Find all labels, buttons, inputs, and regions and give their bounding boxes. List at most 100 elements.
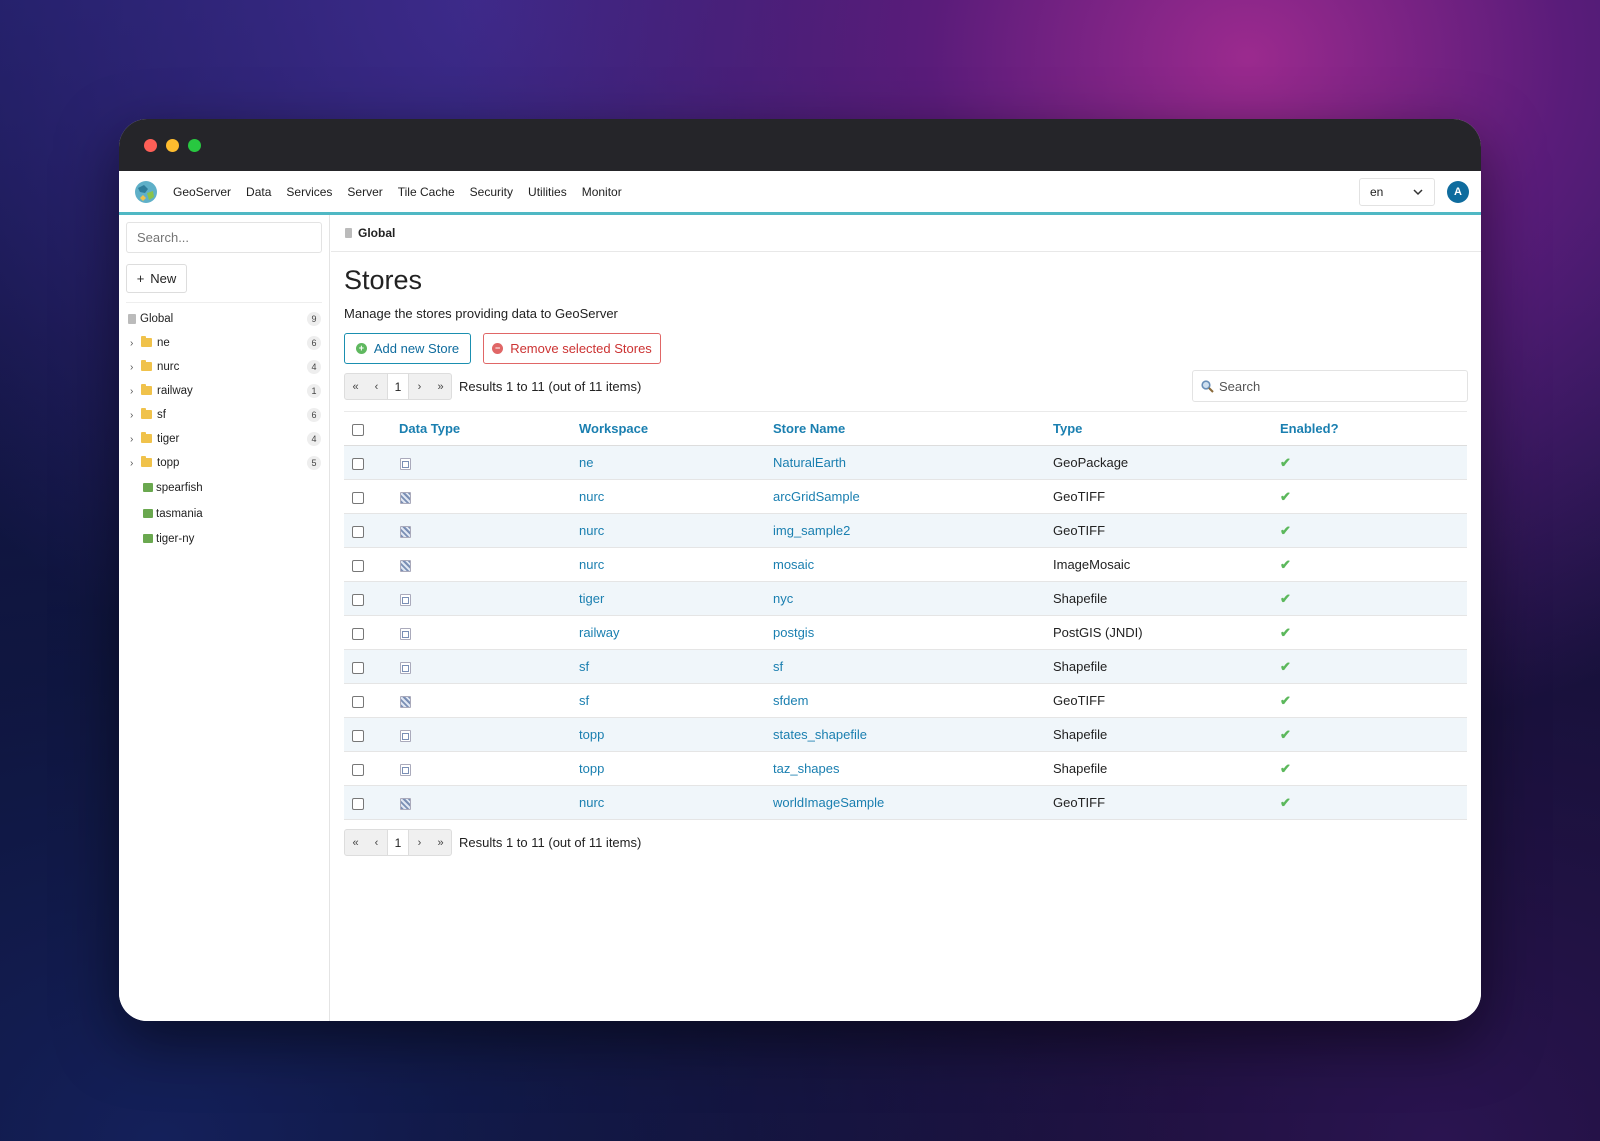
store-icon xyxy=(143,483,153,492)
column-header-enabled[interactable]: Enabled? xyxy=(1280,411,1467,446)
chevron-right-icon[interactable]: › xyxy=(130,386,133,397)
folder-icon xyxy=(141,408,152,419)
nav-tile-cache[interactable]: Tile Cache xyxy=(398,185,455,199)
nav-utilities[interactable]: Utilities xyxy=(528,185,567,199)
nav-data[interactable]: Data xyxy=(246,185,271,199)
sidebar-search-input[interactable] xyxy=(126,222,322,253)
row-checkbox[interactable] xyxy=(352,491,364,504)
store-name-link[interactable]: taz_shapes xyxy=(773,761,840,776)
column-header-store-name[interactable]: Store Name xyxy=(773,411,1053,446)
next-page-button[interactable]: › xyxy=(409,830,430,855)
last-page-button[interactable]: » xyxy=(430,830,451,855)
pagination-top: « ‹ 1 › » Results 1 to 11 (out of 11 ite… xyxy=(344,373,641,400)
table-search-input[interactable]: Search xyxy=(1192,370,1468,402)
row-checkbox[interactable] xyxy=(352,797,364,810)
workspace-link[interactable]: sf xyxy=(579,693,589,708)
row-checkbox[interactable] xyxy=(352,593,364,606)
row-checkbox[interactable] xyxy=(352,525,364,538)
row-checkbox[interactable] xyxy=(352,559,364,572)
column-header-data-type[interactable]: Data Type xyxy=(399,411,579,446)
geoserver-logo-icon[interactable] xyxy=(133,179,159,205)
workspace-link[interactable]: ne xyxy=(579,455,593,470)
tree-item-workspace[interactable]: › nurc 4 xyxy=(119,355,330,379)
store-name-link[interactable]: postgis xyxy=(773,625,814,640)
workspace-link[interactable]: nurc xyxy=(579,557,604,572)
workspace-link[interactable]: sf xyxy=(579,659,589,674)
column-header-type[interactable]: Type xyxy=(1053,411,1280,446)
global-icon xyxy=(128,314,136,324)
nav-security[interactable]: Security xyxy=(470,185,513,199)
new-button[interactable]: + New xyxy=(126,264,187,293)
workspace-link[interactable]: topp xyxy=(579,727,604,742)
pagination-controls: « ‹ 1 › » xyxy=(344,373,452,400)
first-page-button[interactable]: « xyxy=(345,374,366,399)
tree-item-workspace[interactable]: › topp 5 xyxy=(119,451,330,475)
store-name-link[interactable]: img_sample2 xyxy=(773,523,850,538)
pagination-controls: « ‹ 1 › » xyxy=(344,829,452,856)
tree-item-store[interactable]: tiger-ny xyxy=(119,526,330,551)
select-all-checkbox[interactable] xyxy=(352,423,364,436)
chevron-right-icon[interactable]: › xyxy=(130,434,133,445)
nav-geoserver[interactable]: GeoServer xyxy=(173,185,231,199)
prev-page-button[interactable]: ‹ xyxy=(366,830,387,855)
tree-item-global[interactable]: Global 9 xyxy=(119,307,330,331)
maximize-window-button[interactable] xyxy=(188,139,201,152)
row-checkbox[interactable] xyxy=(352,695,364,708)
page-number[interactable]: 1 xyxy=(387,374,409,399)
search-icon xyxy=(1201,379,1214,393)
last-page-button[interactable]: » xyxy=(430,374,451,399)
store-name-link[interactable]: NaturalEarth xyxy=(773,455,846,470)
tree-item-store[interactable]: tasmania xyxy=(119,501,330,526)
prev-page-button[interactable]: ‹ xyxy=(366,374,387,399)
row-checkbox[interactable] xyxy=(352,763,364,776)
sidebar: + New Global 9 › ne 6 › nurc 4 xyxy=(119,215,330,1021)
remove-selected-stores-button[interactable]: − Remove selected Stores xyxy=(483,333,661,364)
next-page-button[interactable]: › xyxy=(409,374,430,399)
row-checkbox[interactable] xyxy=(352,627,364,640)
window-titlebar xyxy=(119,119,1481,171)
chevron-right-icon[interactable]: › xyxy=(130,338,133,349)
workspace-link[interactable]: nurc xyxy=(579,795,604,810)
close-window-button[interactable] xyxy=(144,139,157,152)
store-name-link[interactable]: mosaic xyxy=(773,557,814,572)
row-checkbox[interactable] xyxy=(352,661,364,674)
workspace-link[interactable]: nurc xyxy=(579,523,604,538)
workspace-link[interactable]: tiger xyxy=(579,591,604,606)
chevron-right-icon[interactable]: › xyxy=(130,458,133,469)
column-header-workspace[interactable]: Workspace xyxy=(579,411,773,446)
tree-item-workspace[interactable]: › railway 1 xyxy=(119,379,330,403)
workspace-link[interactable]: railway xyxy=(579,625,619,640)
nav-services[interactable]: Services xyxy=(286,185,332,199)
store-name-link[interactable]: arcGridSample xyxy=(773,489,860,504)
store-type: ImageMosaic xyxy=(1053,557,1131,572)
nav-server[interactable]: Server xyxy=(347,185,382,199)
nav-monitor[interactable]: Monitor xyxy=(582,185,622,199)
chevron-right-icon[interactable]: › xyxy=(130,410,133,421)
store-name-link[interactable]: sfdem xyxy=(773,693,808,708)
add-new-store-button[interactable]: + Add new Store xyxy=(344,333,471,364)
store-name-link[interactable]: sf xyxy=(773,659,783,674)
vector-store-icon xyxy=(400,661,411,674)
store-name-link[interactable]: states_shapefile xyxy=(773,727,867,742)
breadcrumb-label[interactable]: Global xyxy=(358,226,395,240)
language-select[interactable]: en xyxy=(1359,178,1435,206)
store-name-link[interactable]: nyc xyxy=(773,591,793,606)
tree-item-workspace[interactable]: › sf 6 xyxy=(119,403,330,427)
sidebar-divider xyxy=(126,302,322,303)
chevron-right-icon[interactable]: › xyxy=(130,362,133,373)
minimize-window-button[interactable] xyxy=(166,139,179,152)
tree-item-store[interactable]: spearfish xyxy=(119,475,330,501)
page-number[interactable]: 1 xyxy=(387,830,409,855)
row-checkbox[interactable] xyxy=(352,729,364,742)
add-new-store-label: Add new Store xyxy=(373,341,460,356)
row-checkbox[interactable] xyxy=(352,457,364,470)
store-name-link[interactable]: worldImageSample xyxy=(773,795,884,810)
workspace-link[interactable]: nurc xyxy=(579,489,604,504)
user-avatar[interactable]: A xyxy=(1447,181,1469,203)
first-page-button[interactable]: « xyxy=(345,830,366,855)
tree-item-workspace[interactable]: › tiger 4 xyxy=(119,427,330,451)
store-type: GeoTIFF xyxy=(1053,795,1106,810)
workspace-link[interactable]: topp xyxy=(579,761,604,776)
tree-item-workspace[interactable]: › ne 6 xyxy=(119,331,330,355)
page-title: Stores xyxy=(344,265,423,295)
